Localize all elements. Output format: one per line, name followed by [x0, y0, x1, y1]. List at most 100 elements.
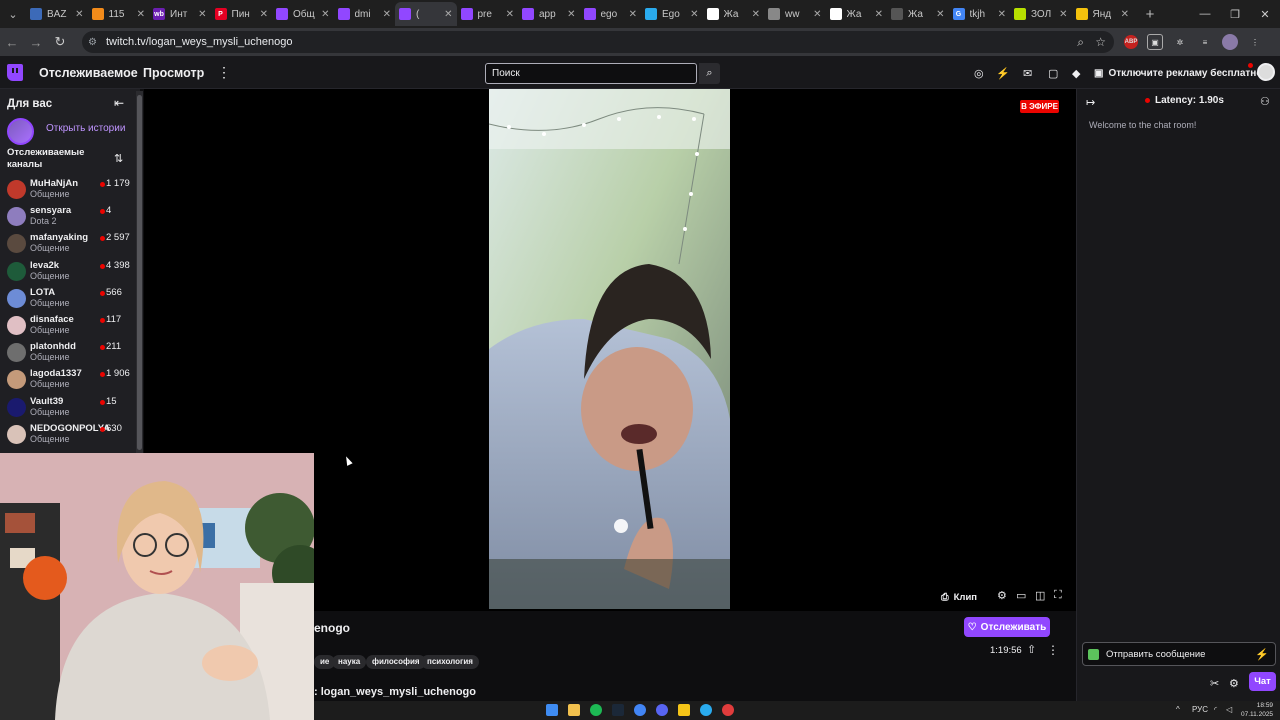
- app2-icon[interactable]: [722, 704, 734, 716]
- tab-close-icon[interactable]: ✕: [137, 9, 145, 20]
- browser-tab[interactable]: wb Инт ✕: [149, 2, 211, 26]
- tab-close-icon[interactable]: ✕: [198, 9, 206, 20]
- tag-3[interactable]: философия: [366, 655, 426, 669]
- spotify-icon[interactable]: [590, 704, 602, 716]
- popout-icon[interactable]: ◫: [1035, 589, 1045, 602]
- forward-icon[interactable]: →: [24, 35, 48, 50]
- followed-channel[interactable]: sensyara Dota 2 4: [0, 204, 140, 231]
- tag-2[interactable]: наука: [332, 655, 367, 669]
- clip-button[interactable]: ⎙ Клип: [941, 588, 977, 606]
- extensions-puzzle-icon[interactable]: ✲: [1172, 34, 1188, 50]
- browser-tab[interactable]: app ✕: [518, 2, 580, 26]
- collapse-chat-icon[interactable]: ↦: [1086, 96, 1095, 109]
- theater-mode-icon[interactable]: ▭: [1016, 589, 1026, 602]
- sort-icon[interactable]: ⇅: [114, 152, 123, 165]
- bookmark-star-icon[interactable]: ☆: [1095, 35, 1106, 49]
- browser-tab[interactable]: 115 ✕: [88, 2, 150, 26]
- followed-channel[interactable]: leva2k Общение 4 398: [0, 259, 140, 286]
- bits-icon[interactable]: ◆: [1072, 67, 1080, 80]
- scrollbar-thumb[interactable]: [137, 95, 142, 450]
- browser-tab[interactable]: P Пин ✕: [211, 2, 273, 26]
- tab-close-icon[interactable]: ✕: [1121, 9, 1129, 20]
- telegram-icon[interactable]: [700, 704, 712, 716]
- volume-icon[interactable]: ◁: [1226, 705, 1232, 714]
- followed-channel[interactable]: platonhdd Общение 211: [0, 340, 140, 367]
- zoom-icon[interactable]: ⌕: [1077, 35, 1084, 50]
- search-input[interactable]: Поиск: [485, 63, 697, 84]
- tab-search-icon[interactable]: ⌄: [0, 0, 26, 28]
- fullscreen-icon[interactable]: ⛶: [1054, 589, 1062, 602]
- browser-tab[interactable]: Gtkjh ✕: [949, 2, 1011, 26]
- channel-about-link[interactable]: : logan_weys_mysli_uchenogo: [314, 686, 476, 698]
- tab-close-icon[interactable]: ✕: [506, 9, 514, 20]
- minimize-icon[interactable]: —: [1190, 0, 1220, 28]
- new-tab-icon[interactable]: +: [1139, 6, 1161, 23]
- browser-tab[interactable]: (✕: [395, 2, 457, 26]
- share-icon[interactable]: ⇧: [1027, 643, 1036, 656]
- emote-icon[interactable]: ⚡: [996, 67, 1010, 80]
- community-icon[interactable]: ⚇: [1260, 95, 1270, 108]
- tab-close-icon[interactable]: ✕: [1059, 9, 1067, 20]
- tab-close-icon[interactable]: ✕: [813, 9, 821, 20]
- browser-tab[interactable]: Жа ✕: [703, 2, 765, 26]
- collapse-sidebar-icon[interactable]: ⇤: [114, 96, 124, 110]
- browser-menu-icon[interactable]: ⋮: [1247, 34, 1263, 50]
- tab-close-icon[interactable]: ✕: [752, 9, 760, 20]
- media-icon[interactable]: ≡: [1197, 34, 1213, 50]
- app-icon[interactable]: [678, 704, 690, 716]
- inbox-icon[interactable]: ✉: [1023, 67, 1032, 80]
- search-icon[interactable]: ⌕: [699, 63, 720, 84]
- browser-tab[interactable]: Жа ✕: [826, 2, 888, 26]
- extension-icon[interactable]: ▣: [1147, 34, 1163, 50]
- browser-tab[interactable]: Общ ✕: [272, 2, 334, 26]
- open-stories-link[interactable]: Открыть истории: [46, 123, 125, 134]
- badge-icon[interactable]: [1088, 648, 1099, 660]
- maximize-icon[interactable]: ❐: [1220, 0, 1250, 28]
- chat-input[interactable]: Отправить сообщение ⚡: [1082, 642, 1276, 666]
- explorer-icon[interactable]: [568, 704, 580, 716]
- browser-tab[interactable]: Ego ✕: [641, 2, 703, 26]
- tab-close-icon[interactable]: ✕: [383, 9, 391, 20]
- channel-name[interactable]: enogo: [314, 621, 350, 635]
- tab-close-icon[interactable]: ✕: [690, 9, 698, 20]
- tab-close-icon[interactable]: ✕: [75, 9, 83, 20]
- browser-tab[interactable]: ww ✕: [764, 2, 826, 26]
- emote-picker-icon[interactable]: ⚡: [1255, 648, 1269, 661]
- tab-close-icon[interactable]: ✕: [567, 9, 575, 20]
- site-info-icon[interactable]: ⚙: [88, 37, 100, 48]
- address-bar[interactable]: ⚙ twitch.tv/logan_weys_mysli_uchenogo ⌕ …: [82, 31, 1114, 53]
- tag-4[interactable]: психология: [421, 655, 479, 669]
- tab-close-icon[interactable]: ✕: [998, 9, 1006, 20]
- browser-tab[interactable]: ЗОЛ ✕: [1010, 2, 1072, 26]
- followed-channel[interactable]: lagoda1337 Общение 1 906: [0, 367, 140, 394]
- language-indicator[interactable]: РУС: [1192, 705, 1208, 714]
- tab-close-icon[interactable]: ✕: [444, 9, 452, 20]
- whispers-icon[interactable]: ▢: [1048, 67, 1058, 80]
- tab-close-icon[interactable]: ✕: [260, 9, 268, 20]
- browser-tab[interactable]: ego ✕: [580, 2, 642, 26]
- chat-send-button[interactable]: Чат: [1249, 672, 1276, 691]
- start-icon[interactable]: [546, 704, 558, 716]
- profile-icon[interactable]: [1222, 34, 1238, 50]
- adblock-icon[interactable]: ABP: [1124, 35, 1138, 49]
- more-menu-icon[interactable]: ⋮: [217, 64, 231, 81]
- discord-icon[interactable]: [656, 704, 668, 716]
- crown-icon[interactable]: ◎: [974, 67, 984, 80]
- stories-avatar[interactable]: [7, 118, 34, 145]
- followed-channel[interactable]: NEDOGONPOLYA Общение 630: [0, 422, 140, 449]
- nav-following[interactable]: Отслеживаемое: [39, 66, 138, 80]
- close-window-icon[interactable]: ✕: [1250, 0, 1280, 28]
- followed-channel[interactable]: mafanyaking Общение 2 597: [0, 231, 140, 258]
- more-options-icon[interactable]: ⋮: [1047, 643, 1059, 657]
- reload-icon[interactable]: ↻: [48, 34, 72, 50]
- clock[interactable]: 18:59 07.11.2025: [1241, 701, 1273, 719]
- sidebar-scrollbar[interactable]: [136, 91, 143, 453]
- followed-channel[interactable]: LOTA Общение 566: [0, 286, 140, 313]
- bits-gift-icon[interactable]: ✂: [1210, 677, 1219, 690]
- steam-icon[interactable]: [612, 704, 624, 716]
- tab-close-icon[interactable]: ✕: [321, 9, 329, 20]
- tab-close-icon[interactable]: ✕: [629, 9, 637, 20]
- browser-tab[interactable]: dmi ✕: [334, 2, 396, 26]
- settings-icon[interactable]: ⚙: [997, 589, 1007, 602]
- followed-channel[interactable]: Vault39 Общение 15: [0, 395, 140, 422]
